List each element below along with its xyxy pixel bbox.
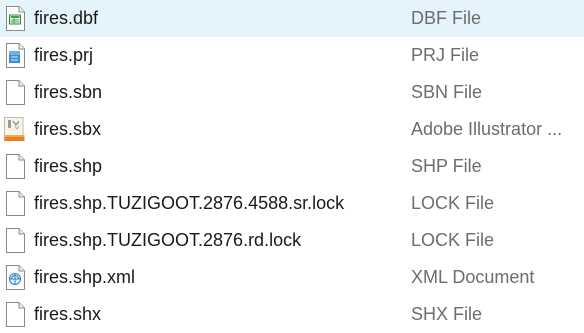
file-type: LOCK File [411,193,495,213]
file-name: fires.shp.TUZIGOOT.2876.rd.lock [34,230,302,250]
file-type: XML Document [411,267,535,287]
blank-file-icon [3,79,27,106]
file-type: SBN File [411,82,483,102]
file-name: fires.shp.TUZIGOOT.2876.4588.sr.lock [34,193,345,213]
prj-file-icon [3,42,27,69]
file-name: fires.sbn [34,82,103,102]
file-row-fires-shp-rd-lock[interactable]: fires.shp.TUZIGOOT.2876.rd.lock LOCK Fil… [0,222,584,259]
file-name: fires.dbf [34,8,99,28]
blank-file-icon [3,190,27,217]
illustrator-file-icon [3,116,27,143]
blank-file-icon [3,301,27,328]
file-row-fires-sbn[interactable]: fires.sbn SBN File [0,74,584,111]
file-type: SHP File [411,156,482,176]
file-row-fires-dbf[interactable]: fires.dbf DBF File [0,0,584,37]
file-name: fires.shp.xml [34,267,136,287]
file-row-fires-shx[interactable]: fires.shx SHX File [0,296,584,333]
file-name: fires.shx [34,304,102,324]
file-row-fires-shp-xml[interactable]: fires.shp.xml XML Document [0,259,584,296]
file-name: fires.shp [34,156,103,176]
file-row-fires-shp[interactable]: fires.shp SHP File [0,148,584,185]
file-type: LOCK File [411,230,495,250]
file-row-fires-shp-sr-lock[interactable]: fires.shp.TUZIGOOT.2876.4588.sr.lock LOC… [0,185,584,222]
file-type: DBF File [411,8,482,28]
file-type: Adobe Illustrator ... [411,119,563,139]
dbf-file-icon [3,5,27,32]
file-name: fires.sbx [34,119,102,139]
blank-file-icon [3,153,27,180]
file-row-fires-sbx[interactable]: fires.sbx Adobe Illustrator ... [0,111,584,148]
file-name: fires.prj [34,45,94,65]
file-type: PRJ File [411,45,480,65]
xml-file-icon [3,264,27,291]
file-row-fires-prj[interactable]: fires.prj PRJ File [0,37,584,74]
file-list: fires.dbf DBF File fires.prj PRJ File fi… [0,0,584,329]
blank-file-icon [3,227,27,254]
file-type: SHX File [411,304,483,324]
